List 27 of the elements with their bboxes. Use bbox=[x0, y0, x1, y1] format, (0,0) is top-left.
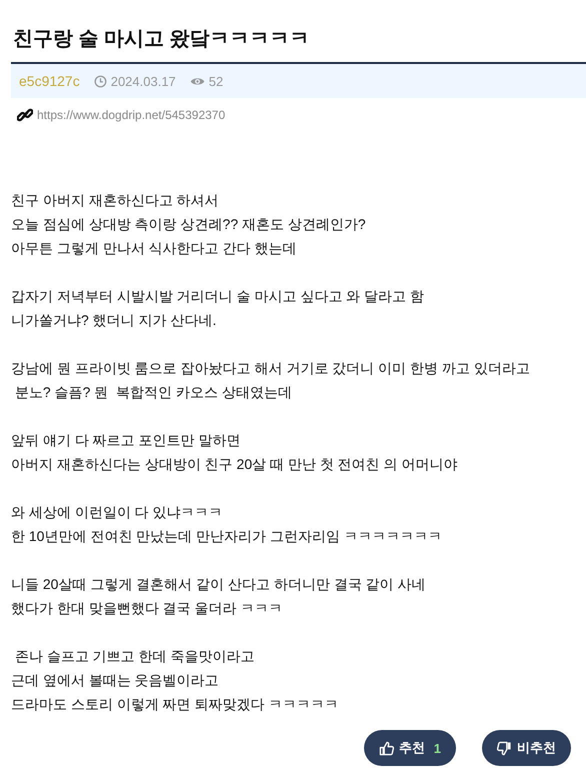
downvote-button[interactable]: 비추천 bbox=[482, 730, 571, 766]
thumbs-down-icon bbox=[497, 740, 512, 756]
body-text-line: 앞뒤 얘기 다 짜르고 포인트만 말하면 bbox=[11, 431, 242, 450]
view-count: 52 bbox=[208, 74, 224, 88]
post-date: 2024.03.17 bbox=[110, 74, 176, 88]
post-url[interactable]: https://www.dogdrip.net/545392370 bbox=[37, 108, 226, 122]
body-text-line: 아무튼 그렇게 만나서 식사한다고 간다 했는데 bbox=[11, 239, 298, 258]
clock-icon bbox=[94, 74, 107, 88]
body-text-line: 한 10년만에 전여친 만났는데 만난자리가 그런자리임 ㅋㅋㅋㅋㅋㅋㅋ bbox=[11, 527, 443, 546]
body-text-line: 니가쏠거냐? 했더니 지가 산다네. bbox=[11, 311, 218, 330]
body-text-line: 와 세상에 이런일이 다 있냐ㅋㅋㅋ bbox=[11, 503, 224, 522]
body-text-line: 오늘 점심에 상대방 측이랑 상견례?? 재혼도 상견례인가? bbox=[11, 215, 367, 234]
link-icon bbox=[17, 107, 33, 123]
eye-icon bbox=[190, 76, 205, 86]
body-text-line: 니들 20살때 그렇게 결혼해서 같이 산다고 하더니만 결국 같이 사네 bbox=[11, 575, 427, 594]
body-text-line: 갑자기 저녁부터 시발시발 거리더니 술 마시고 싶다고 와 달라고 함 bbox=[11, 287, 426, 306]
thumbs-up-icon bbox=[378, 740, 394, 756]
body-text-line: 드라마도 스토리 이렇게 짜면 퇴짜맞겠다 ㅋㅋㅋㅋㅋ bbox=[11, 695, 340, 714]
vote-count: 1 bbox=[434, 740, 441, 756]
body-text-line: 존나 슬프고 기쁘고 한데 죽을맛이라고 bbox=[14, 647, 256, 666]
body-text-line: 아버지 재혼하신다는 상대방이 친구 20살 때 만난 첫 전여친 의 어머니야 bbox=[11, 455, 458, 474]
body-text-line: 분노? 슬픔? 뭔 복합적인 카오스 상태였는데 bbox=[14, 383, 293, 402]
body-text-line: 친구 아버지 재혼하신다고 하셔서 bbox=[11, 191, 220, 210]
upvote-button[interactable]: 추천 1 bbox=[364, 730, 456, 766]
body-text-line: 했다가 한대 맞을뻔했다 결국 울더라 ㅋㅋㅋ bbox=[11, 599, 284, 618]
body-text-line: 근데 옆에서 볼때는 웃음벨이라고 bbox=[11, 671, 220, 690]
body-text-line: 강남에 뭔 프라이빗 룸으로 잡아놨다고 해서 거기로 갔더니 이미 한병 까고 있더라고 bbox=[11, 359, 531, 378]
